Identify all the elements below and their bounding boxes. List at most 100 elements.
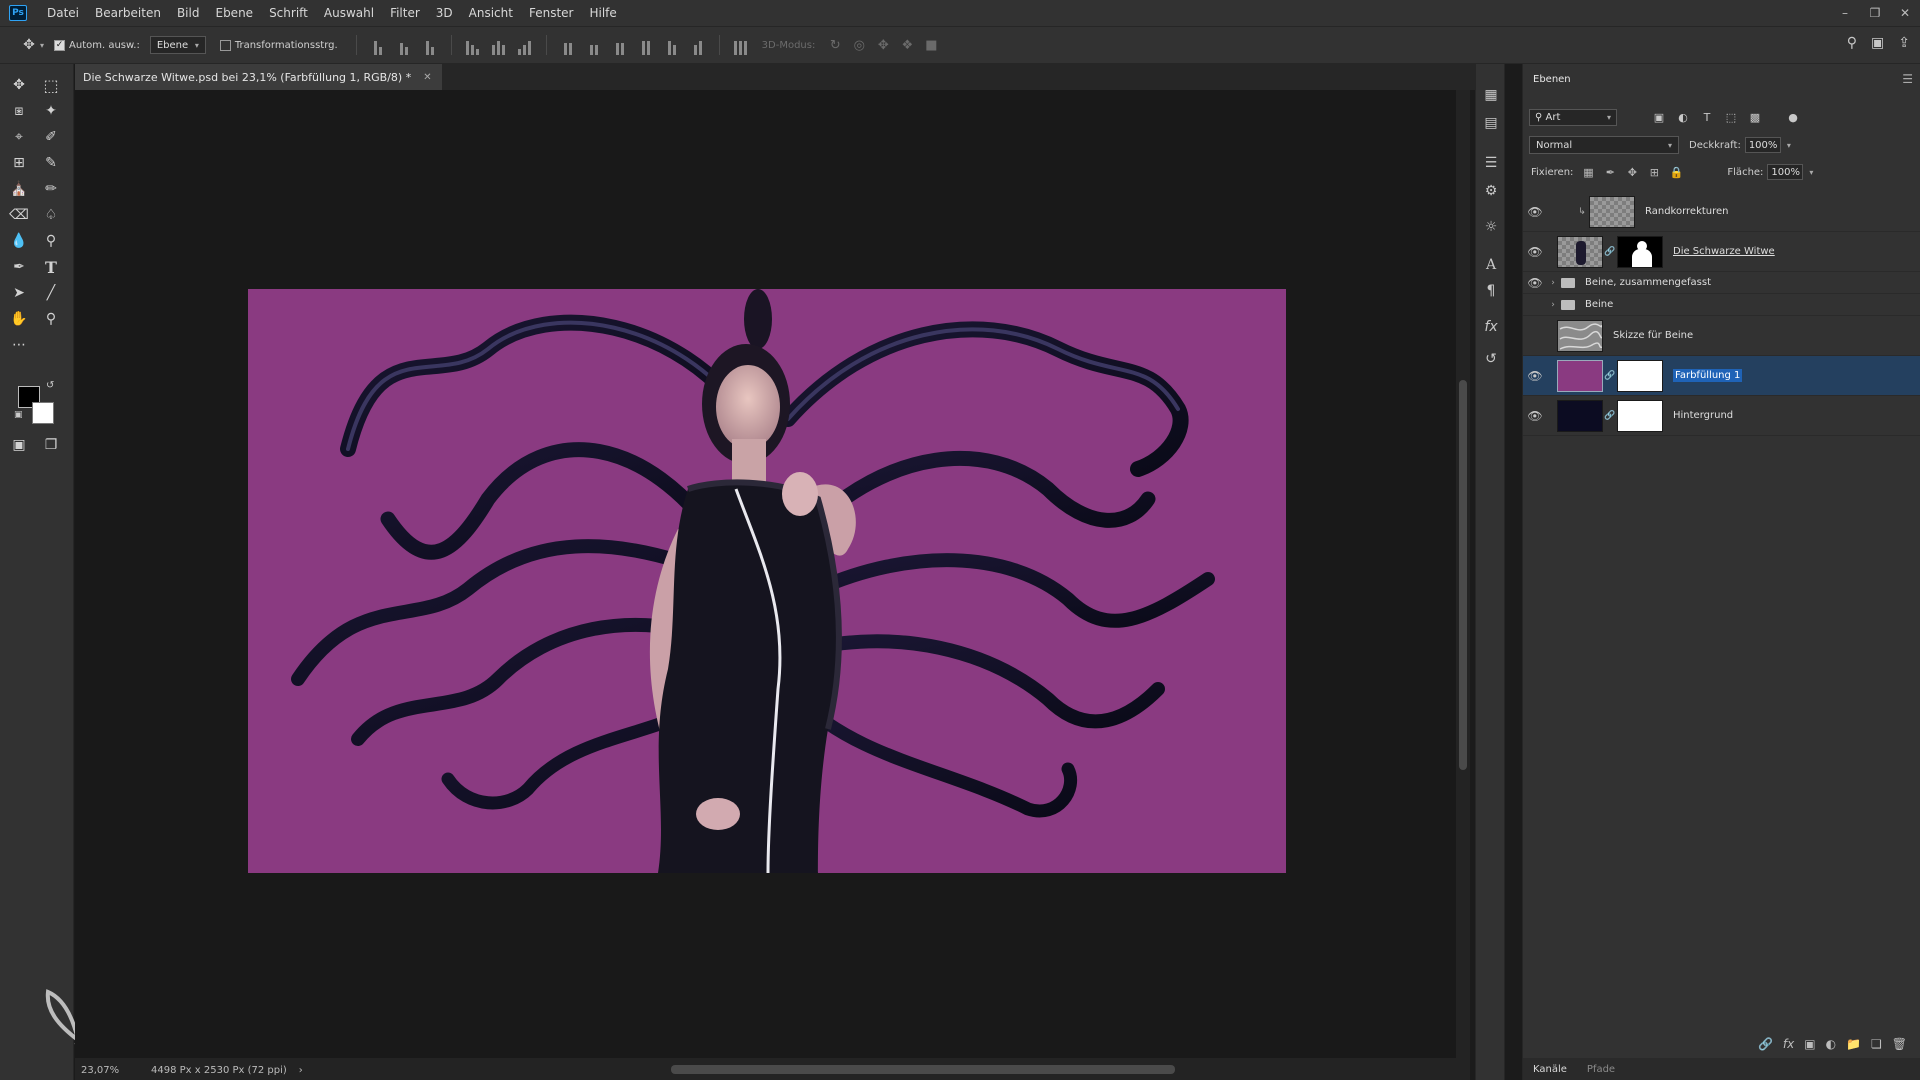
- brush-settings-icon[interactable]: ☰: [1480, 152, 1502, 174]
- lasso-tool-icon[interactable]: ⧆: [8, 100, 30, 122]
- transform-controls-checkbox[interactable]: [219, 39, 231, 51]
- trash-icon[interactable]: 🗑: [1892, 1037, 1907, 1051]
- filter-toggle-icon[interactable]: ●: [1781, 111, 1805, 124]
- distribute-vcenter-icon[interactable]: [584, 35, 604, 55]
- minimize-icon[interactable]: –: [1830, 0, 1860, 26]
- fx-icon[interactable]: fx: [1783, 1037, 1794, 1051]
- chevron-down-icon[interactable]: ▾: [1809, 168, 1813, 177]
- menu-auswahl[interactable]: Auswahl: [316, 0, 382, 26]
- type-tool-icon[interactable]: T: [40, 256, 62, 278]
- layer-mask-thumbnail[interactable]: [1617, 399, 1663, 432]
- scale-3d-icon[interactable]: ■: [919, 38, 943, 53]
- align-top-icon[interactable]: [368, 35, 388, 55]
- histogram-icon[interactable]: ▤: [1480, 112, 1502, 134]
- pen-tool-icon[interactable]: ✒: [8, 256, 30, 278]
- roll-3d-icon[interactable]: ◎: [847, 38, 871, 53]
- stamp-tool-icon[interactable]: ⛪: [8, 178, 30, 200]
- auto-select-toggle[interactable]: ✓ Autom. ausw.:: [54, 39, 140, 51]
- tab-paths[interactable]: Pfade: [1577, 1064, 1625, 1075]
- paint-bucket-icon[interactable]: ♤: [40, 204, 62, 226]
- document-canvas[interactable]: [248, 289, 1286, 873]
- history-icon[interactable]: ↺: [1480, 348, 1502, 370]
- menu-bild[interactable]: Bild: [169, 0, 208, 26]
- lock-artboard-icon[interactable]: ⊞: [1643, 166, 1665, 179]
- default-colors-icon[interactable]: ▣: [14, 410, 23, 420]
- menu-schrift[interactable]: Schrift: [261, 0, 316, 26]
- layer-row[interactable]: 👁 🔗 Hintergrund: [1523, 396, 1920, 436]
- menu-filter[interactable]: Filter: [382, 0, 428, 26]
- blur-tool-icon[interactable]: 💧: [8, 230, 30, 252]
- lock-all-icon[interactable]: 🔒: [1665, 166, 1687, 179]
- chevron-right-icon[interactable]: ›: [299, 1065, 303, 1076]
- distribute-hcenter-icon[interactable]: [662, 35, 682, 55]
- character-icon[interactable]: A: [1480, 254, 1502, 276]
- new-group-icon[interactable]: 📁: [1846, 1037, 1861, 1051]
- align-bottom-icon[interactable]: [420, 35, 440, 55]
- quick-mask-icon[interactable]: ▣: [8, 434, 30, 456]
- link-icon[interactable]: 🔗: [1603, 411, 1617, 421]
- link-icon[interactable]: 🔗: [1603, 247, 1617, 257]
- brush-tool-icon[interactable]: ✎: [40, 152, 62, 174]
- chevron-down-icon[interactable]: ▾: [40, 41, 44, 50]
- align-right-icon[interactable]: [515, 35, 535, 55]
- align-left-icon[interactable]: [463, 35, 483, 55]
- layer-name-input[interactable]: Farbfüllung 1: [1673, 369, 1743, 382]
- eye-icon[interactable]: 👁: [1523, 329, 1547, 343]
- blend-mode-dropdown[interactable]: Normal ▾: [1529, 136, 1679, 154]
- styles-fx-icon[interactable]: fx: [1480, 316, 1502, 338]
- zoom-tool-icon[interactable]: ⚲: [40, 308, 62, 330]
- document-tab[interactable]: Die Schwarze Witwe.psd bei 23,1% (Farbfü…: [75, 64, 442, 90]
- eye-icon[interactable]: 👁: [1523, 409, 1547, 423]
- marquee-tool-icon[interactable]: ⬚: [40, 74, 62, 96]
- menu-hilfe[interactable]: Hilfe: [581, 0, 624, 26]
- properties-icon[interactable]: ▦: [1480, 84, 1502, 106]
- search-icon[interactable]: ⚲: [1847, 35, 1857, 51]
- hand-tool-icon[interactable]: ✋: [8, 308, 30, 330]
- magic-wand-icon[interactable]: ✦: [40, 100, 62, 122]
- add-mask-icon[interactable]: ▣: [1804, 1037, 1815, 1051]
- history-brush-icon[interactable]: ✏: [40, 178, 62, 200]
- menu-ansicht[interactable]: Ansicht: [461, 0, 521, 26]
- filter-adjustment-icon[interactable]: ◐: [1671, 111, 1695, 124]
- link-icon[interactable]: 🔗: [1603, 371, 1617, 381]
- paragraph-icon[interactable]: ¶: [1480, 280, 1502, 302]
- layer-row[interactable]: 👁 ↳ Randkorrekturen: [1523, 192, 1920, 232]
- eye-icon[interactable]: 👁: [1523, 245, 1547, 259]
- menu-datei[interactable]: Datei: [39, 0, 87, 26]
- distribute-spacing-icon[interactable]: [731, 35, 751, 55]
- canvas-area[interactable]: [75, 90, 1470, 1058]
- align-vcenter-icon[interactable]: [394, 35, 414, 55]
- lock-pixels-icon[interactable]: ✒: [1599, 166, 1621, 179]
- move-tool-icon[interactable]: ✥: [8, 74, 30, 96]
- horizontal-scroll-thumb[interactable]: [671, 1065, 1175, 1074]
- frame-tool-icon[interactable]: ⊞: [8, 152, 30, 174]
- eye-icon[interactable]: 👁: [1523, 276, 1547, 290]
- distribute-left-icon[interactable]: [636, 35, 656, 55]
- lock-position-icon[interactable]: ✥: [1621, 166, 1643, 179]
- line-tool-icon[interactable]: ╱: [40, 282, 62, 304]
- layer-filter-dropdown[interactable]: ⚲ Art ▾: [1529, 108, 1617, 126]
- chevron-right-icon[interactable]: ›: [1547, 278, 1559, 288]
- menu-ebene[interactable]: Ebene: [207, 0, 261, 26]
- filter-shape-icon[interactable]: ⬚: [1719, 111, 1743, 124]
- orbit-3d-icon[interactable]: ↻: [823, 38, 847, 53]
- layer-row[interactable]: 👁 Skizze für Beine: [1523, 316, 1920, 356]
- restore-icon[interactable]: ❐: [1860, 0, 1890, 26]
- menu-3d[interactable]: 3D: [428, 0, 461, 26]
- pan-3d-icon[interactable]: ✥: [871, 38, 895, 53]
- background-color-swatch[interactable]: [32, 402, 54, 424]
- eyedropper-icon[interactable]: ✐: [40, 126, 62, 148]
- slide-3d-icon[interactable]: ❖: [895, 38, 919, 53]
- vertical-scrollbar[interactable]: [1456, 90, 1470, 1058]
- layer-group-row[interactable]: 👁 › Beine: [1523, 294, 1920, 316]
- distribute-bottom-icon[interactable]: [610, 35, 630, 55]
- filter-pixel-icon[interactable]: ▣: [1647, 111, 1671, 124]
- menu-bearbeiten[interactable]: Bearbeiten: [87, 0, 169, 26]
- crop-tool-icon[interactable]: ⌖: [8, 126, 30, 148]
- close-icon[interactable]: ✕: [423, 72, 431, 83]
- chevron-right-icon[interactable]: ›: [1547, 300, 1559, 310]
- path-selection-icon[interactable]: ➤: [8, 282, 30, 304]
- link-layers-icon[interactable]: 🔗: [1758, 1037, 1773, 1051]
- tab-channels[interactable]: Kanäle: [1523, 1064, 1577, 1075]
- libraries-icon[interactable]: ☼: [1480, 216, 1502, 238]
